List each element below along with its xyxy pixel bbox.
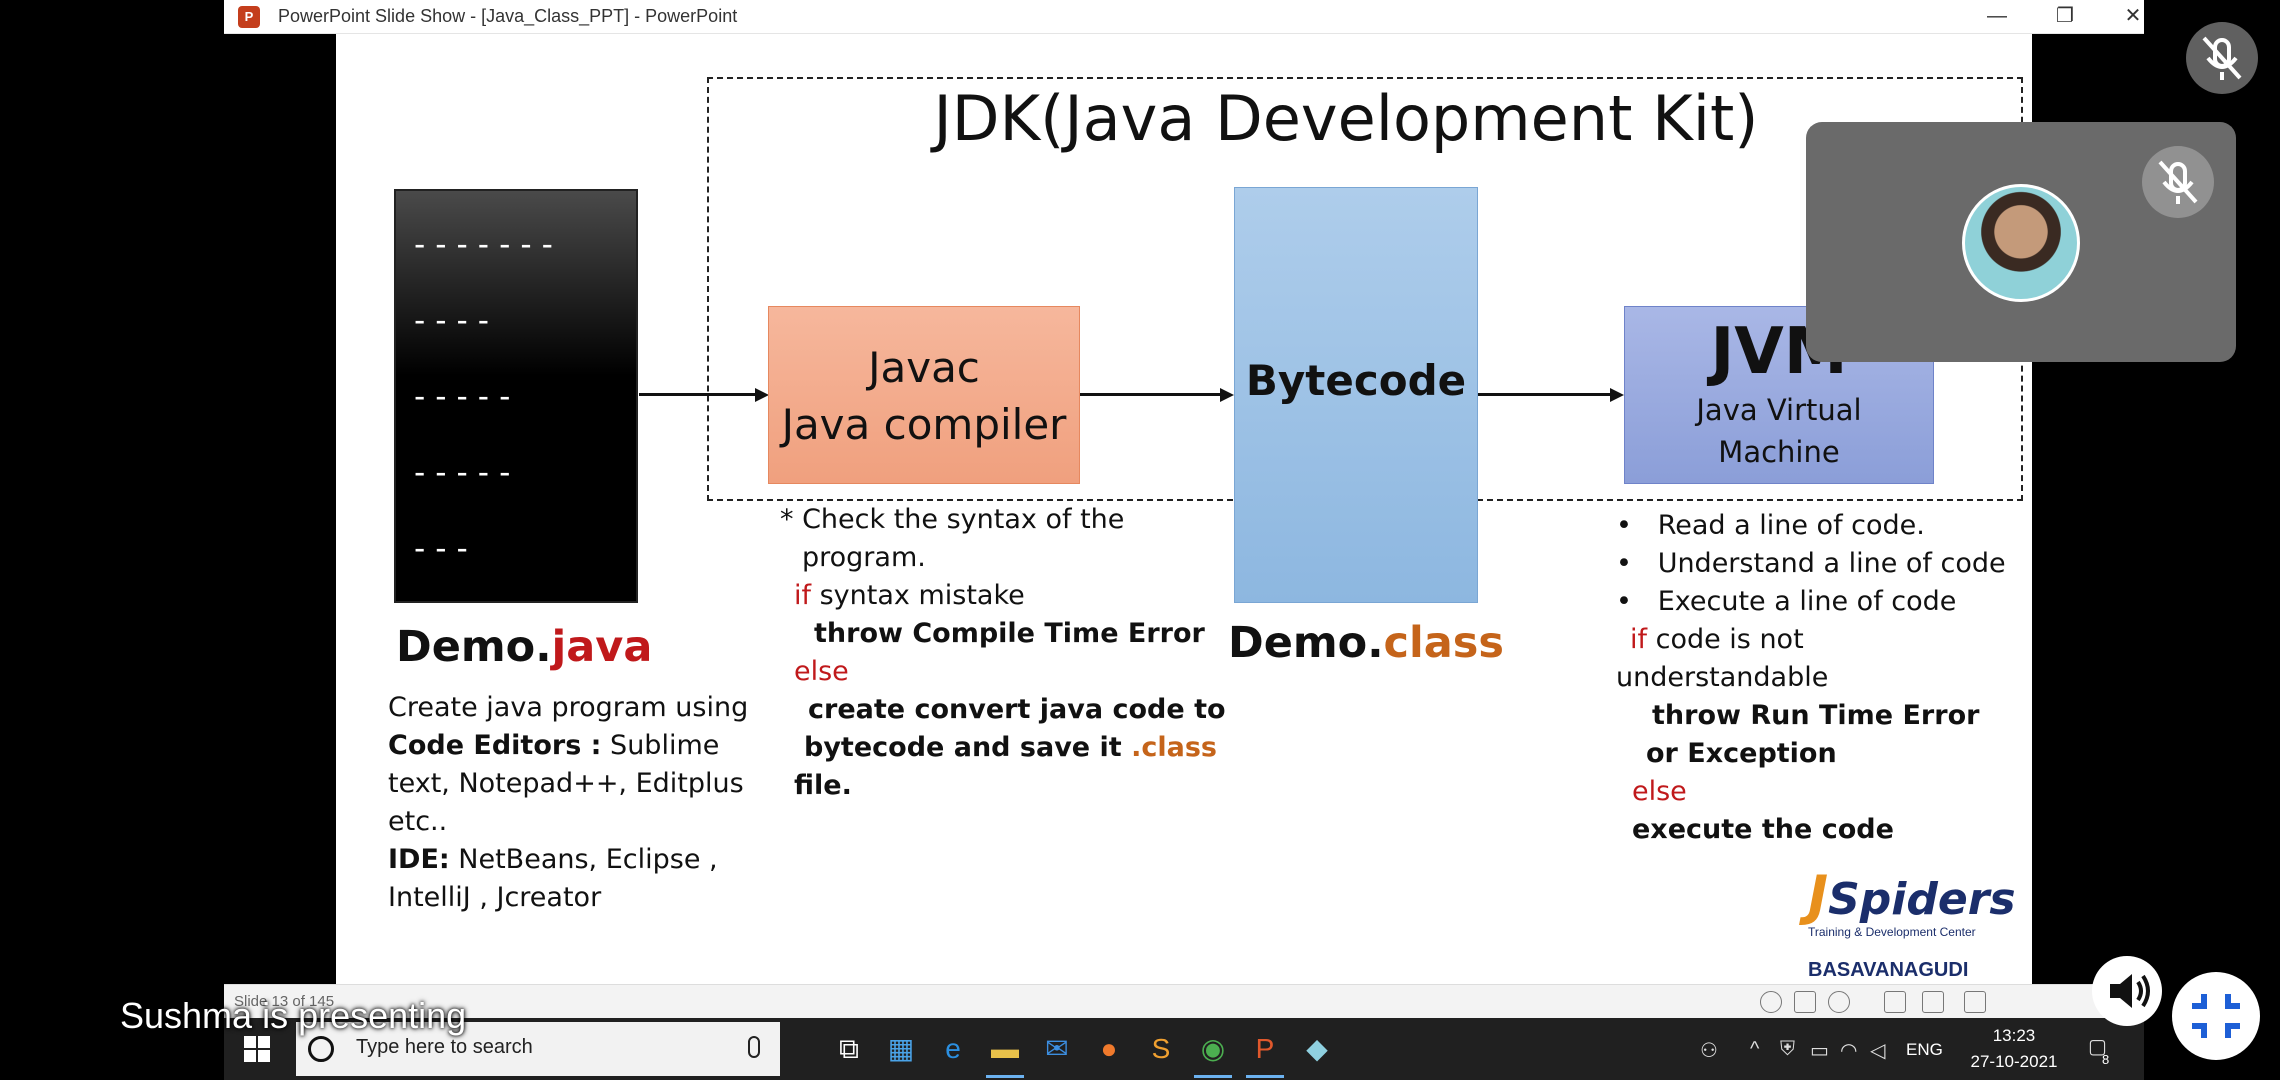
javac-desc-line: * Check the syntax of the bbox=[780, 504, 1125, 535]
restore-button[interactable]: ❐ bbox=[2032, 0, 2098, 34]
search-placeholder: Type here to search bbox=[356, 1036, 533, 1058]
app-icon[interactable]: ◆ bbox=[1292, 1026, 1342, 1072]
javac-desc-line: bytecode and save it .class bbox=[804, 732, 1217, 763]
previous-slide-icon[interactable] bbox=[1760, 991, 1782, 1013]
javac-sublabel: Java compiler bbox=[781, 400, 1067, 449]
volume-icon[interactable]: ◁ bbox=[1870, 1038, 1885, 1063]
code-line: --- bbox=[410, 529, 474, 567]
code-line: ----- bbox=[410, 377, 517, 415]
chevron-up-icon[interactable]: ^ bbox=[1750, 1038, 1759, 1061]
sublime-text-icon[interactable]: S bbox=[1136, 1026, 1186, 1072]
left-text-line: Create java program using bbox=[388, 692, 749, 723]
store-icon[interactable]: ▦ bbox=[876, 1026, 926, 1072]
language-indicator[interactable]: ENG bbox=[1906, 1040, 1943, 1060]
bytecode-label: Bytecode bbox=[1245, 356, 1467, 405]
clock-time[interactable]: 13:23 bbox=[1974, 1026, 2054, 1046]
jvm-desc-line: • Understand a line of code bbox=[1616, 548, 2006, 579]
arrow-bytecode-to-jvm bbox=[1478, 393, 1612, 396]
javac-label: Javac bbox=[868, 343, 980, 392]
next-slide-icon[interactable] bbox=[1828, 991, 1850, 1013]
windows-start-icon[interactable] bbox=[244, 1036, 270, 1062]
jvm-sublabel-2: Machine bbox=[1718, 435, 1840, 469]
javac-desc-line: throw Compile Time Error bbox=[814, 618, 1205, 649]
clock-date[interactable]: 27-10-2021 bbox=[1964, 1052, 2064, 1072]
cortana-icon bbox=[308, 1036, 334, 1062]
participant-video-tile[interactable] bbox=[1806, 122, 2236, 362]
left-text-line: text, Notepad++, Editplus bbox=[388, 768, 744, 799]
jvm-desc-line: else bbox=[1632, 776, 1687, 807]
jspiders-location: BASAVANAGUDI bbox=[1808, 959, 1969, 981]
minimize-button[interactable]: — bbox=[1964, 0, 2030, 34]
slide-sorter-icon[interactable] bbox=[1922, 991, 1944, 1013]
demo-java-filename: Demo.java bbox=[396, 622, 653, 672]
jdk-title: JDK(Java Development Kit) bbox=[933, 82, 1759, 155]
battery-icon[interactable]: ▭ bbox=[1810, 1038, 1829, 1063]
exit-fullscreen-icon[interactable] bbox=[2172, 972, 2260, 1060]
jvm-desc-line: throw Run Time Error bbox=[1652, 700, 1980, 731]
arrow-javac-to-bytecode bbox=[1080, 393, 1222, 396]
wifi-icon[interactable]: ◠ bbox=[1840, 1038, 1857, 1063]
window-title: PowerPoint Slide Show - [Java_Class_PPT]… bbox=[278, 6, 738, 26]
left-text-line: IntelliJ , Jcreator bbox=[388, 882, 602, 913]
speaker-icon[interactable] bbox=[2092, 956, 2162, 1026]
source-code-box: ------- ---- ----- ----- --- bbox=[394, 189, 638, 603]
javac-desc-line: program. bbox=[802, 542, 926, 573]
javac-desc-line: if syntax mistake bbox=[794, 580, 1025, 611]
demo-class-filename: Demo.class bbox=[1228, 618, 1504, 668]
jspiders-wordmark: JSpiders bbox=[1808, 864, 2016, 927]
powerpoint-taskbar-icon[interactable]: P bbox=[1240, 1026, 1290, 1078]
code-line: ------- bbox=[410, 225, 559, 263]
close-button[interactable]: ✕ bbox=[2100, 0, 2166, 34]
letterbox-left bbox=[224, 34, 336, 984]
participant-mic-muted-icon bbox=[2142, 146, 2214, 218]
file-explorer-icon[interactable]: ▬ bbox=[980, 1026, 1030, 1078]
jvm-desc-line: understandable bbox=[1616, 662, 1829, 693]
jvm-desc-line: execute the code bbox=[1632, 814, 1894, 845]
jvm-sublabel-1: Java Virtual bbox=[1696, 393, 1862, 427]
system-tray: ⚇ ^ ⛨ ▭ ◠ ◁ ENG 13:23 27-10-2021 ▢ 8 bbox=[1674, 1018, 2144, 1080]
slide-canvas[interactable]: JDK(Java Development Kit) ------- ---- -… bbox=[336, 34, 2032, 984]
bytecode-box: Bytecode bbox=[1234, 187, 1478, 603]
javac-box: Javac Java compiler bbox=[768, 306, 1080, 484]
screen: P PowerPoint Slide Show - [Java_Class_PP… bbox=[0, 0, 2280, 1080]
left-text-line: IDE: NetBeans, Eclipse , bbox=[388, 844, 718, 875]
edge-icon[interactable]: e bbox=[928, 1026, 978, 1072]
presenter-caption: Sushma is presenting bbox=[120, 995, 467, 1036]
mic-muted-icon[interactable] bbox=[2186, 22, 2258, 94]
jspiders-logo: JSpiders Training & Development Center B… bbox=[1808, 864, 2016, 982]
powerpoint-icon: P bbox=[238, 6, 260, 28]
jvm-desc-line: • Execute a line of code bbox=[1616, 586, 1957, 617]
normal-view-icon[interactable] bbox=[1884, 991, 1906, 1013]
slide-menu-icon[interactable] bbox=[1794, 991, 1816, 1013]
title-bar: P PowerPoint Slide Show - [Java_Class_PP… bbox=[224, 0, 2144, 34]
jvm-desc-line: if code is not bbox=[1630, 624, 1804, 655]
jspiders-tagline: Training & Development Center bbox=[1808, 925, 1976, 939]
arrow-head bbox=[1220, 388, 1234, 402]
jvm-desc-line: or Exception bbox=[1646, 738, 1837, 769]
arrow-head bbox=[1610, 388, 1624, 402]
slideshow-status-bar: Slide 13 of 145 bbox=[224, 984, 2144, 1018]
mail-icon[interactable]: ✉ bbox=[1032, 1026, 1082, 1072]
task-view-icon[interactable]: ⧉ bbox=[824, 1026, 874, 1072]
microphone-icon[interactable] bbox=[748, 1036, 760, 1058]
arrow-source-to-javac bbox=[639, 393, 757, 396]
javac-desc-line: else bbox=[794, 656, 849, 687]
code-line: ---- bbox=[410, 301, 496, 339]
security-icon[interactable]: ⛨ bbox=[1780, 1038, 1795, 1061]
notification-count: 8 bbox=[2102, 1052, 2110, 1067]
left-text-line: Code Editors : Sublime bbox=[388, 730, 720, 761]
reading-view-icon[interactable] bbox=[1964, 991, 1986, 1013]
firefox-icon[interactable]: ● bbox=[1084, 1026, 1134, 1072]
people-icon[interactable]: ⚇ bbox=[1700, 1038, 1718, 1063]
jvm-desc-line: • Read a line of code. bbox=[1616, 510, 1925, 541]
code-line: ----- bbox=[410, 453, 517, 491]
left-text-line: etc.. bbox=[388, 806, 448, 837]
arrow-head bbox=[755, 388, 769, 402]
javac-desc-line: create convert java code to bbox=[808, 694, 1226, 725]
javac-desc-line: file. bbox=[794, 770, 852, 801]
participant-avatar bbox=[1962, 184, 2080, 302]
chrome-icon[interactable]: ◉ bbox=[1188, 1026, 1238, 1078]
windows-taskbar: Type here to search ⧉ ▦ e ▬ ✉ ● S ◉ P ◆ … bbox=[224, 1018, 2144, 1080]
